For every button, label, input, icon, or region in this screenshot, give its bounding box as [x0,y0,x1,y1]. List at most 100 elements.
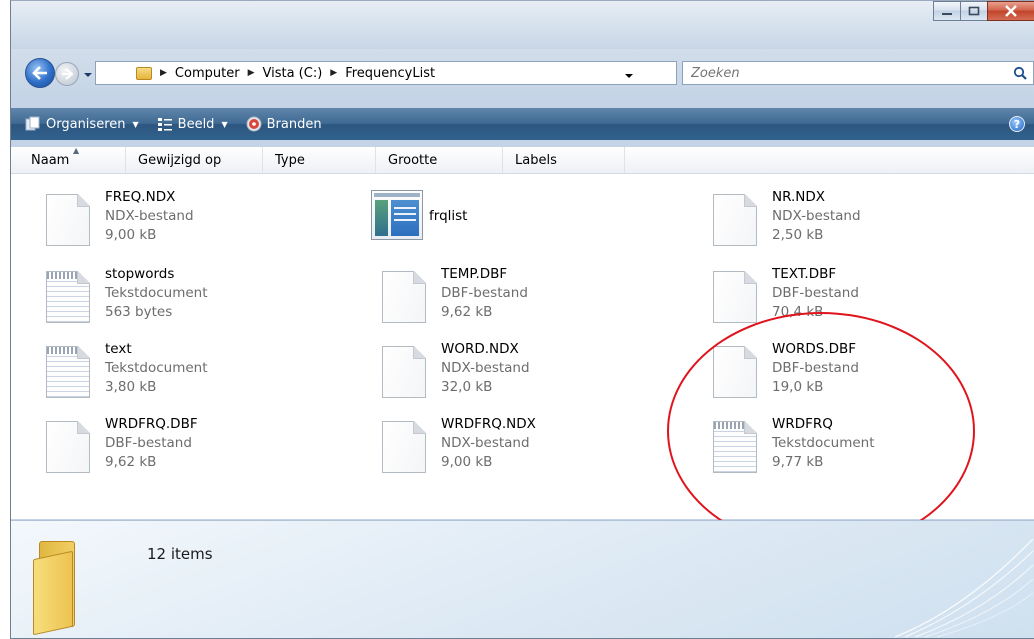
view-icon [157,118,172,131]
text-document-icon [713,421,757,473]
sort-ascending-icon: ▲ [73,146,80,155]
file-type: NDX-bestand [441,360,530,376]
text-document-icon [46,346,90,398]
file-name: NR.NDX [772,189,826,205]
file-type: DBF-bestand [441,285,528,301]
file-size: 9,00 kB [105,227,157,243]
view-label: Beeld [177,116,215,132]
file-name: WORD.NDX [441,341,519,357]
document-icon [382,346,426,398]
breadcrumb-separator-icon[interactable]: ▶ [330,68,337,78]
file-item[interactable]: WRDFRQ Tekstdocument 9,77 kB [708,415,875,475]
organize-label: Organiseren [46,116,126,132]
close-button[interactable] [987,1,1034,21]
file-item[interactable]: text Tekstdocument 3,80 kB [41,340,208,400]
breadcrumb-folder[interactable]: FrequencyList [345,66,435,81]
file-item[interactable]: WRDFRQ.NDX NDX-bestand 9,00 kB [377,415,536,475]
file-item[interactable]: WORD.NDX NDX-bestand 32,0 kB [377,340,530,400]
breadcrumb-drive[interactable]: Vista (C:) [262,66,322,81]
file-type: DBF-bestand [772,285,859,301]
column-size[interactable]: Grootte [376,147,503,173]
column-label: Labels [515,152,557,168]
file-type: DBF-bestand [105,435,192,451]
file-list: FREQ.NDX NDX-bestand 9,00 kB frqlist NR.ND… [11,174,1034,519]
explorer-window: ▶ Computer ▶ Vista (C:) ▶ FrequencyList … [10,0,1034,639]
file-type: Tekstdocument [772,435,875,451]
close-icon [1005,5,1017,17]
file-type: NDX-bestand [772,208,861,224]
burn-disc-icon [246,116,262,132]
search-box [682,61,1034,85]
file-type: Tekstdocument [105,285,208,301]
file-size: 9,00 kB [441,454,493,470]
search-input[interactable] [689,64,993,82]
breadcrumb-computer[interactable]: Computer [175,66,240,81]
file-item[interactable]: TEXT.DBF DBF-bestand 70,4 kB [708,265,859,325]
column-labels[interactable]: Labels [503,147,625,173]
maximize-icon [968,6,980,16]
column-label: Gewijzigd op [138,152,222,168]
column-header: ▲ Naam Gewijzigd op Type Grootte Labels [11,146,1034,174]
forward-button[interactable] [55,62,79,86]
file-size: 9,62 kB [105,454,157,470]
chevron-down-icon [625,74,633,78]
breadcrumb-separator-icon: ▶ [160,68,167,78]
address-history-dropdown[interactable] [624,69,634,84]
file-item[interactable]: TEMP.DBF DBF-bestand 9,62 kB [377,265,528,325]
recent-pages-dropdown[interactable] [83,68,93,83]
document-icon [713,346,757,398]
file-name: frqlist [429,208,468,224]
burn-button[interactable]: Branden [246,116,322,132]
document-icon [46,421,90,473]
file-type: NDX-bestand [105,208,194,224]
decorative-swoosh [894,538,1034,638]
breadcrumb-separator-icon[interactable]: ▶ [248,68,255,78]
column-modified[interactable]: Gewijzigd op [126,147,263,173]
file-item[interactable]: WRDFRQ.DBF DBF-bestand 9,62 kB [41,415,198,475]
window-controls [933,1,1034,21]
burn-label: Branden [266,116,322,132]
search-icon[interactable] [1013,66,1027,80]
file-name: TEMP.DBF [441,266,508,282]
chevron-down-icon [84,73,92,77]
chevron-down-icon: ▼ [132,119,139,129]
minimize-icon [942,13,952,15]
arrow-right-icon [62,68,73,80]
view-button[interactable]: Beeld ▼ [157,116,228,132]
file-type: Tekstdocument [105,360,208,376]
file-name: WORDS.DBF [772,341,857,357]
back-button[interactable] [25,58,55,88]
folder-icon [136,66,152,80]
minimize-button[interactable] [933,1,961,21]
file-name: text [105,341,132,357]
text-document-icon [46,271,90,323]
column-label: Grootte [388,152,438,168]
breadcrumb: ▶ Computer ▶ Vista (C:) ▶ FrequencyList [158,66,435,81]
maximize-button[interactable] [960,1,988,21]
column-name[interactable]: ▲ Naam [11,146,126,173]
address-bar[interactable]: ▶ Computer ▶ Vista (C:) ▶ FrequencyList [95,61,745,85]
file-item[interactable]: WORDS.DBF DBF-bestand 19,0 kB [708,340,859,400]
organize-button[interactable]: Organiseren ▼ [25,116,139,132]
file-size: 9,62 kB [441,304,493,320]
organize-icon [25,116,40,131]
help-icon[interactable]: ? [1009,116,1025,132]
file-item[interactable]: NR.NDX NDX-bestand 2,50 kB [708,188,861,248]
file-item[interactable]: frqlist [365,188,467,248]
document-icon [382,421,426,473]
file-type: DBF-bestand [772,360,859,376]
application-icon [371,190,423,240]
file-size: 2,50 kB [772,227,824,243]
command-bar: Organiseren ▼ Beeld ▼ Branden ? [11,108,1034,140]
file-type: NDX-bestand [441,435,530,451]
file-name: WRDFRQ.DBF [105,416,198,432]
file-item[interactable]: FREQ.NDX NDX-bestand 9,00 kB [41,188,194,248]
arrow-left-icon [32,66,47,80]
document-icon [713,271,757,323]
file-name: FREQ.NDX [105,189,176,205]
column-type[interactable]: Type [263,147,376,173]
details-pane: 12 items [11,520,1034,638]
document-icon [382,271,426,323]
file-item[interactable]: stopwords Tekstdocument 563 bytes [41,265,208,325]
item-count: 12 items [147,545,213,563]
